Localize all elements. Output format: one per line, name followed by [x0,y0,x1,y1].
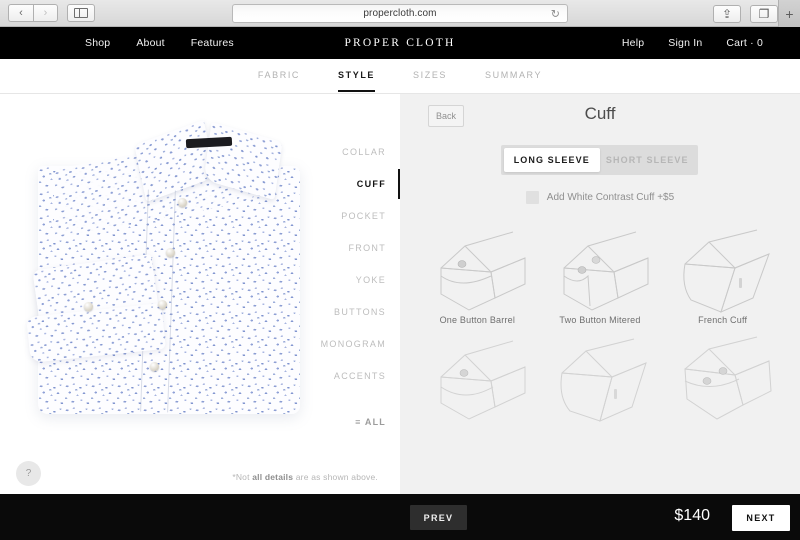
cuff-option-label: French Cuff [698,315,748,325]
cuff-option-plain-french[interactable] [539,333,662,424]
two-button-mitered-icon [563,231,649,311]
sidebar-toggle-icon[interactable] [67,4,95,22]
browser-nav-buttons: ‹ › [8,4,58,22]
tab-fabric[interactable]: FABRIC [258,70,300,82]
tab-style[interactable]: STYLE [338,70,376,92]
site-navigation: Shop About Features PROPER CLOTH Help Si… [0,27,800,59]
part-item-cuff[interactable]: CUFF [294,168,401,200]
shirt-button [158,300,167,309]
url-bar[interactable]: propercloth.com ↻ [232,4,568,23]
cuff-option-rounded-barrel[interactable] [416,333,539,424]
disclaimer-bold: all details [252,472,294,482]
plain-french-icon [560,338,647,422]
shirt-button [166,248,175,257]
part-item-buttons[interactable]: BUTTONS [294,296,400,328]
back-icon[interactable]: ‹ [8,4,33,22]
part-item-all[interactable]: ≡ ALL [294,406,400,438]
nav-link-help[interactable]: Help [622,37,644,49]
shirt-button [178,198,187,207]
french-cuff-icon [683,229,770,313]
part-item-monogram[interactable]: MONOGRAM [294,328,400,360]
one-button-barrel-icon [440,231,526,311]
cuff-config-panel: Back Cuff LONG SLEEVE SHORT SLEEVE Add W… [400,94,800,494]
cuff-style-grid: One Button Barrel Two Button Mitered Fre… [416,224,784,424]
share-icon[interactable]: ⇪ [713,4,741,23]
new-tab-button[interactable]: + [778,0,800,27]
rounded-barrel-icon [440,340,526,420]
url-text: propercloth.com [363,8,437,19]
toggle-short-sleeve[interactable]: SHORT SLEEVE [600,148,696,172]
cuff-option-label: One Button Barrel [439,315,516,325]
tab-summary[interactable]: SUMMARY [485,70,542,82]
step-tabs: FABRIC STYLE SIZES SUMMARY [0,59,800,94]
cuff-option-french-cuff[interactable]: French Cuff [661,224,784,325]
cuff-option-label: Two Button Mitered [559,315,641,325]
shirt-cuff-button [84,302,93,311]
shirt-image [10,114,320,444]
toggle-long-sleeve[interactable]: LONG SLEEVE [504,148,600,172]
part-item-accents[interactable]: ACCENTS [294,360,400,392]
contrast-cuff-option[interactable]: Add White Contrast Cuff +$5 [400,191,800,204]
shirt-parts-menu: COLLAR CUFF POCKET FRONT YOKE BUTTONS MO… [294,94,401,494]
browser-right-buttons: ⇪ ❐ + [704,0,800,27]
wizard-footer: PREV $140 NEXT [0,494,800,540]
part-item-pocket[interactable]: POCKET [294,200,400,232]
help-button[interactable]: ? [16,461,41,486]
browser-toolbar: ‹ › propercloth.com ↻ ⇪ ❐ + [0,0,800,27]
cuff-option-one-button-barrel[interactable]: One Button Barrel [416,224,539,325]
part-item-collar[interactable]: COLLAR [294,136,400,168]
contrast-cuff-label: Add White Contrast Cuff +$5 [546,192,675,203]
cuff-option-two-button-mitered[interactable]: Two Button Mitered [539,224,662,325]
two-button-rounded-icon [684,336,772,420]
part-item-yoke[interactable]: YOKE [294,264,400,296]
disclaimer-prefix: *Not [232,472,253,482]
next-button[interactable]: NEXT [732,505,790,531]
forward-icon[interactable]: › [33,4,58,22]
reload-icon[interactable]: ↻ [551,7,560,20]
nav-link-sign-in[interactable]: Sign In [668,37,702,49]
nav-links-right: Help Sign In Cart · 0 [622,37,763,49]
cuff-option-two-button-rounded[interactable] [661,333,784,424]
contrast-cuff-checkbox[interactable] [525,191,539,204]
sleeve-length-toggle: LONG SLEEVE SHORT SLEEVE [501,145,698,175]
prev-button[interactable]: PREV [410,505,467,530]
tabs-icon[interactable]: ❐ [750,4,778,23]
nav-link-cart[interactable]: Cart · 0 [726,37,763,49]
shirt-button [150,362,159,371]
price-total: $140 [674,507,710,524]
tab-sizes[interactable]: SIZES [413,70,447,82]
page-title: Cuff [584,104,616,123]
part-item-front[interactable]: FRONT [294,232,400,264]
